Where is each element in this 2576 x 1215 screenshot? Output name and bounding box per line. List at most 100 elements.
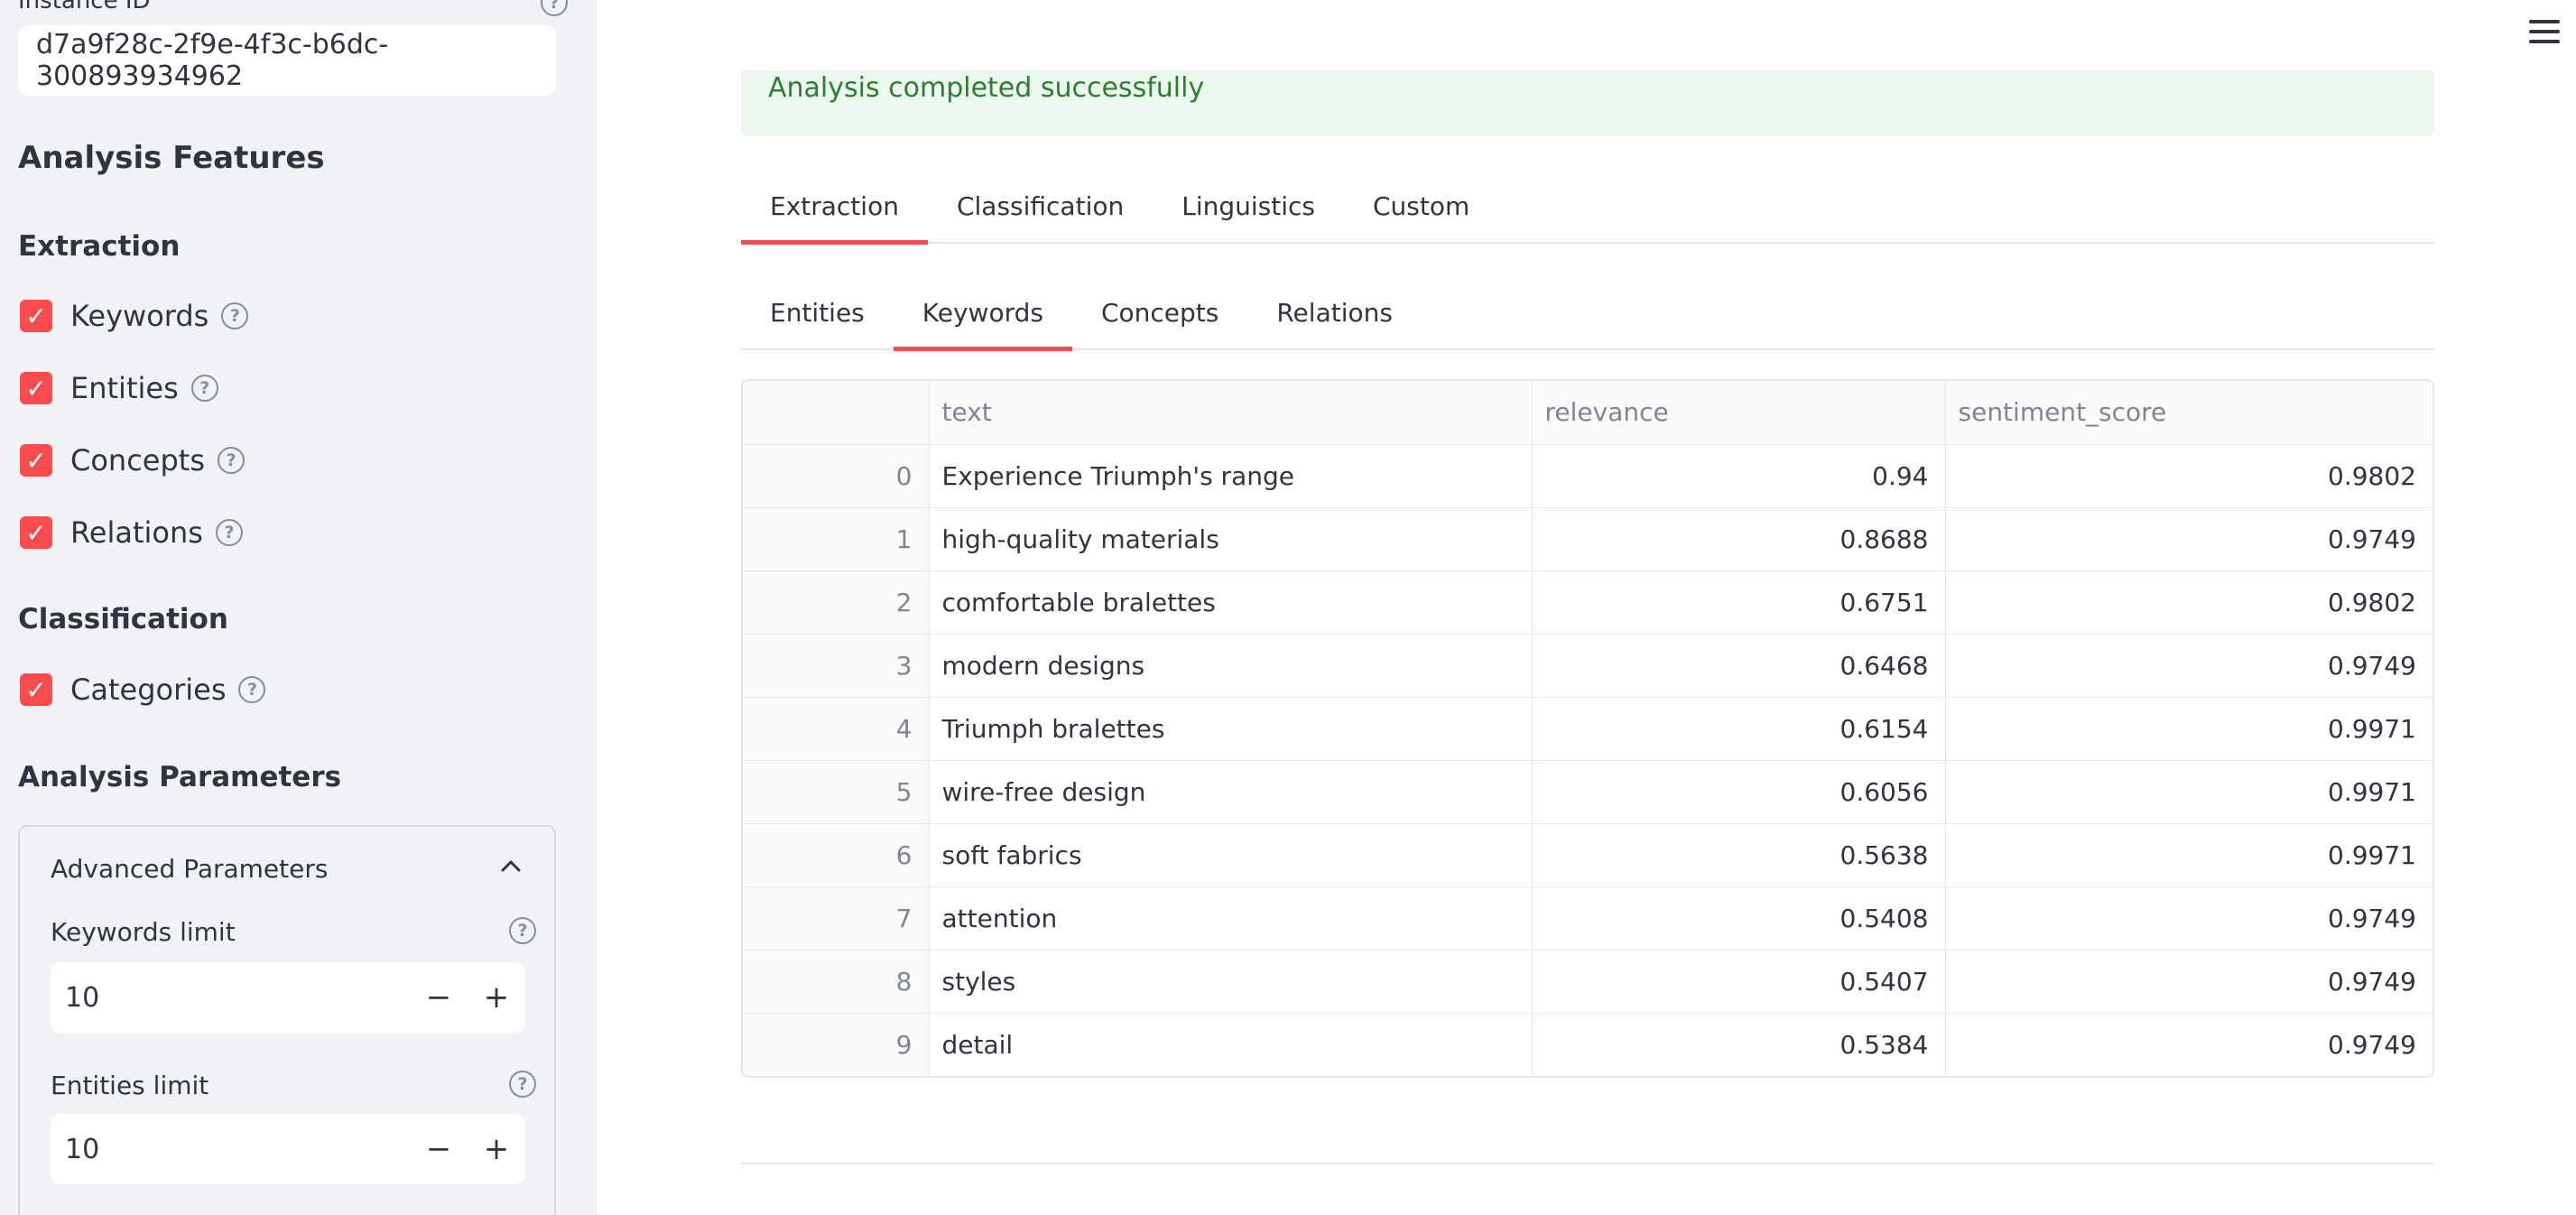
sentiment-score-value: 0.9749 (1945, 886, 2432, 951)
help-icon[interactable]: ? (541, 0, 568, 16)
sentiment-score-value: 0.9802 (1945, 444, 2432, 508)
main-tabs: Extraction Classification Linguistics Cu… (741, 170, 2434, 245)
sentiment-score-value: 0.9802 (1945, 570, 2432, 635)
concepts-checkbox-row[interactable]: ✓ Concepts ? (20, 442, 246, 478)
help-icon[interactable]: ? (221, 302, 249, 329)
row-index: 7 (743, 886, 930, 951)
subtab-keywords[interactable]: Keywords (893, 276, 1073, 351)
help-icon[interactable]: ? (238, 676, 266, 703)
divider (741, 1163, 2434, 1164)
sentiment-score-column-header[interactable]: sentiment_score (1945, 381, 2432, 445)
keywords-checkbox-row[interactable]: ✓ Keywords ? (20, 298, 249, 334)
keywords-limit-stepper[interactable]: 10 − + (51, 962, 525, 1033)
categories-checkbox-label: Categories (70, 672, 227, 707)
success-alert: Analysis completed successfully (741, 70, 2434, 136)
instance-id-label: Instance ID (18, 0, 151, 14)
help-icon[interactable]: ? (509, 917, 536, 944)
relevance-value: 0.6056 (1532, 760, 1946, 824)
table-row[interactable]: 4 Triumph bralettes 0.6154 0.9971 (743, 697, 2432, 761)
entities-limit-label: Entities limit (51, 1071, 209, 1100)
checkbox-checked-icon[interactable]: ✓ (20, 372, 52, 404)
table-row[interactable]: 7 attention 0.5408 0.9749 (743, 886, 2432, 951)
sidebar: Instance ID ? d7a9f28c-2f9e-4f3c-b6dc-30… (0, 0, 597, 1215)
sentiment-score-value: 0.9749 (1945, 507, 2432, 571)
sentiment-score-value: 0.9971 (1945, 823, 2432, 887)
relevance-value: 0.94 (1532, 444, 1946, 508)
row-index: 0 (743, 444, 930, 508)
table-row[interactable]: 9 detail 0.5384 0.9749 (743, 1013, 2432, 1076)
hamburger-menu-icon[interactable] (2529, 20, 2560, 45)
keyword-text: Experience Triumph's range (929, 444, 1533, 508)
keywords-checkbox-label: Keywords (70, 299, 209, 333)
minus-icon[interactable]: − (410, 962, 468, 1033)
keywords-limit-value[interactable]: 10 (51, 982, 410, 1014)
advanced-parameters-title[interactable]: Advanced Parameters (51, 854, 328, 884)
relevance-column-header[interactable]: relevance (1532, 381, 1946, 445)
subtab-entities[interactable]: Entities (741, 276, 894, 348)
subtab-relations[interactable]: Relations (1247, 276, 1422, 348)
relevance-value: 0.6468 (1532, 634, 1946, 698)
subtab-concepts[interactable]: Concepts (1072, 276, 1247, 348)
entities-checkbox-label: Entities (70, 371, 179, 405)
sentiment-score-value: 0.9749 (1945, 634, 2432, 698)
relevance-value: 0.6751 (1532, 570, 1946, 635)
table-row[interactable]: 5 wire-free design 0.6056 0.9971 (743, 760, 2432, 824)
relations-checkbox-label: Relations (70, 515, 203, 550)
table-header-row: text relevance sentiment_score (743, 381, 2432, 445)
relevance-value: 0.5408 (1532, 886, 1946, 951)
entities-limit-stepper[interactable]: 10 − + (51, 1114, 525, 1184)
help-icon[interactable]: ? (218, 447, 246, 474)
row-index: 4 (743, 697, 930, 761)
relevance-value: 0.6154 (1532, 697, 1946, 761)
index-column-header (743, 381, 930, 445)
table-row[interactable]: 2 comfortable bralettes 0.6751 0.9802 (743, 570, 2432, 635)
keyword-text: styles (929, 950, 1533, 1014)
analysis-features-heading: Analysis Features (18, 140, 325, 176)
keyword-text: attention (929, 886, 1533, 951)
tab-custom[interactable]: Custom (1344, 170, 1498, 242)
text-column-header[interactable]: text (929, 381, 1533, 445)
help-icon[interactable]: ? (190, 375, 218, 402)
checkbox-checked-icon[interactable]: ✓ (20, 444, 52, 477)
row-index: 9 (743, 1013, 930, 1076)
keywords-table[interactable]: text relevance sentiment_score 0 Experien… (741, 379, 2434, 1078)
keyword-text: wire-free design (929, 760, 1533, 824)
extraction-heading: Extraction (18, 230, 181, 263)
plus-icon[interactable]: + (468, 962, 525, 1033)
help-icon[interactable]: ? (509, 1071, 536, 1098)
checkbox-checked-icon[interactable]: ✓ (20, 300, 52, 332)
table-row[interactable]: 8 styles 0.5407 0.9749 (743, 950, 2432, 1014)
sentiment-score-value: 0.9749 (1945, 950, 2432, 1014)
tab-extraction[interactable]: Extraction (741, 170, 928, 245)
sentiment-score-value: 0.9971 (1945, 697, 2432, 761)
plus-icon[interactable]: + (468, 1114, 525, 1184)
row-index: 8 (743, 950, 930, 1014)
relations-checkbox-row[interactable]: ✓ Relations ? (20, 515, 243, 551)
sentiment-score-value: 0.9749 (2328, 1029, 2416, 1060)
relevance-value: 0.5407 (1532, 950, 1946, 1014)
row-index: 1 (743, 507, 930, 571)
minus-icon[interactable]: − (410, 1114, 468, 1184)
checkbox-checked-icon[interactable]: ✓ (20, 673, 52, 706)
entities-checkbox-row[interactable]: ✓ Entities ? (20, 370, 218, 406)
categories-checkbox-row[interactable]: ✓ Categories ? (20, 672, 266, 708)
chevron-up-icon[interactable] (498, 854, 524, 879)
checkbox-checked-icon[interactable]: ✓ (20, 516, 52, 549)
keyword-text: detail (929, 1013, 1533, 1076)
table-row[interactable]: 0 Experience Triumph's range 0.94 0.9802 (743, 444, 2432, 508)
classification-heading: Classification (18, 603, 228, 635)
table-row[interactable]: 1 high-quality materials 0.8688 0.9749 (743, 507, 2432, 571)
table-row[interactable]: 6 soft fabrics 0.5638 0.9971 (743, 823, 2432, 887)
sub-tabs: Entities Keywords Concepts Relations (741, 276, 2434, 351)
relevance-value: 0.5384 (1532, 1013, 1946, 1076)
keyword-text: high-quality materials (929, 507, 1533, 571)
row-index: 5 (743, 760, 930, 824)
help-icon[interactable]: ? (215, 519, 243, 546)
entities-limit-value[interactable]: 10 (51, 1134, 410, 1165)
keyword-text: Triumph bralettes (929, 697, 1533, 761)
tab-linguistics[interactable]: Linguistics (1153, 170, 1344, 242)
table-row[interactable]: 3 modern designs 0.6468 0.9749 (743, 634, 2432, 698)
relevance-value: 0.8688 (1532, 507, 1946, 571)
tab-classification[interactable]: Classification (928, 170, 1153, 242)
instance-id-input[interactable]: d7a9f28c-2f9e-4f3c-b6dc-300893934962 (18, 25, 556, 96)
